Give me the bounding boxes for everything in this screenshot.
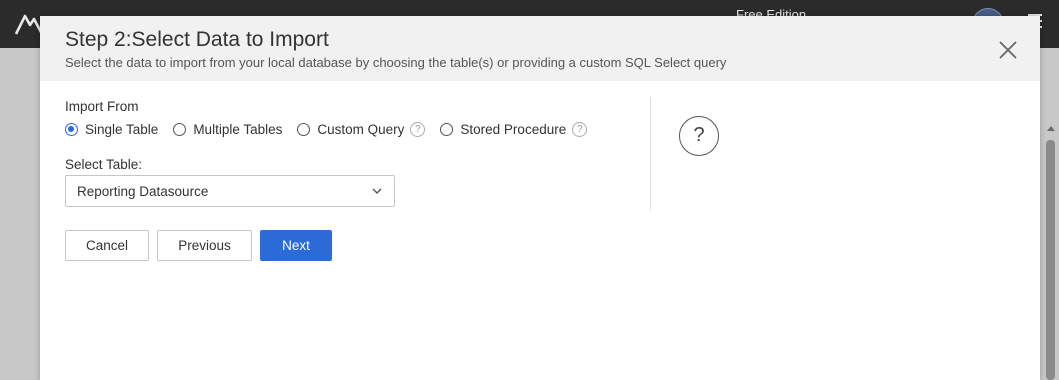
vertical-divider: [650, 97, 651, 211]
import-from-label: Import From: [65, 99, 139, 114]
previous-button[interactable]: Previous: [157, 230, 252, 261]
help-icon[interactable]: ?: [572, 121, 588, 137]
radio-button[interactable]: [440, 122, 454, 136]
select-table-value: Reporting Datasource: [77, 184, 209, 199]
radio-label: Multiple Tables: [193, 121, 283, 137]
radio-single-table[interactable]: Single Table: [65, 122, 158, 137]
help-icon[interactable]: ?: [679, 116, 719, 156]
dialog-header: Step 2:Select Data to Import Select the …: [40, 16, 1040, 81]
next-button[interactable]: Next: [260, 230, 332, 261]
import-from-radio-group: Single Table Multiple Tables Custom Quer…: [65, 119, 602, 139]
radio-label: Custom Query: [317, 121, 405, 137]
close-icon[interactable]: [996, 38, 1020, 62]
select-table-label: Select Table:: [65, 157, 143, 172]
radio-label: Stored Procedure: [460, 121, 567, 137]
radio-button[interactable]: [297, 122, 311, 136]
cancel-button[interactable]: Cancel: [65, 230, 149, 261]
scroll-up-arrow-icon[interactable]: [1047, 126, 1055, 131]
dialog-title: Step 2:Select Data to Import: [65, 28, 329, 51]
radio-multiple-tables[interactable]: Multiple Tables: [173, 122, 282, 137]
radio-custom-query[interactable]: Custom Query ?: [297, 121, 426, 137]
select-table-dropdown[interactable]: Reporting Datasource: [65, 175, 395, 207]
dialog-subtitle: Select the data to import from your loca…: [65, 55, 727, 70]
radio-button[interactable]: [173, 122, 187, 136]
import-data-dialog: Step 2:Select Data to Import Select the …: [40, 16, 1040, 380]
radio-button[interactable]: [65, 122, 78, 136]
radio-stored-procedure[interactable]: Stored Procedure ?: [440, 121, 588, 137]
help-icon[interactable]: ?: [410, 121, 426, 137]
radio-label: Single Table: [85, 121, 159, 137]
scroll-thumb[interactable]: [1046, 140, 1055, 380]
chevron-down-icon: [372, 188, 382, 194]
page-scrollbar[interactable]: [1045, 126, 1057, 380]
